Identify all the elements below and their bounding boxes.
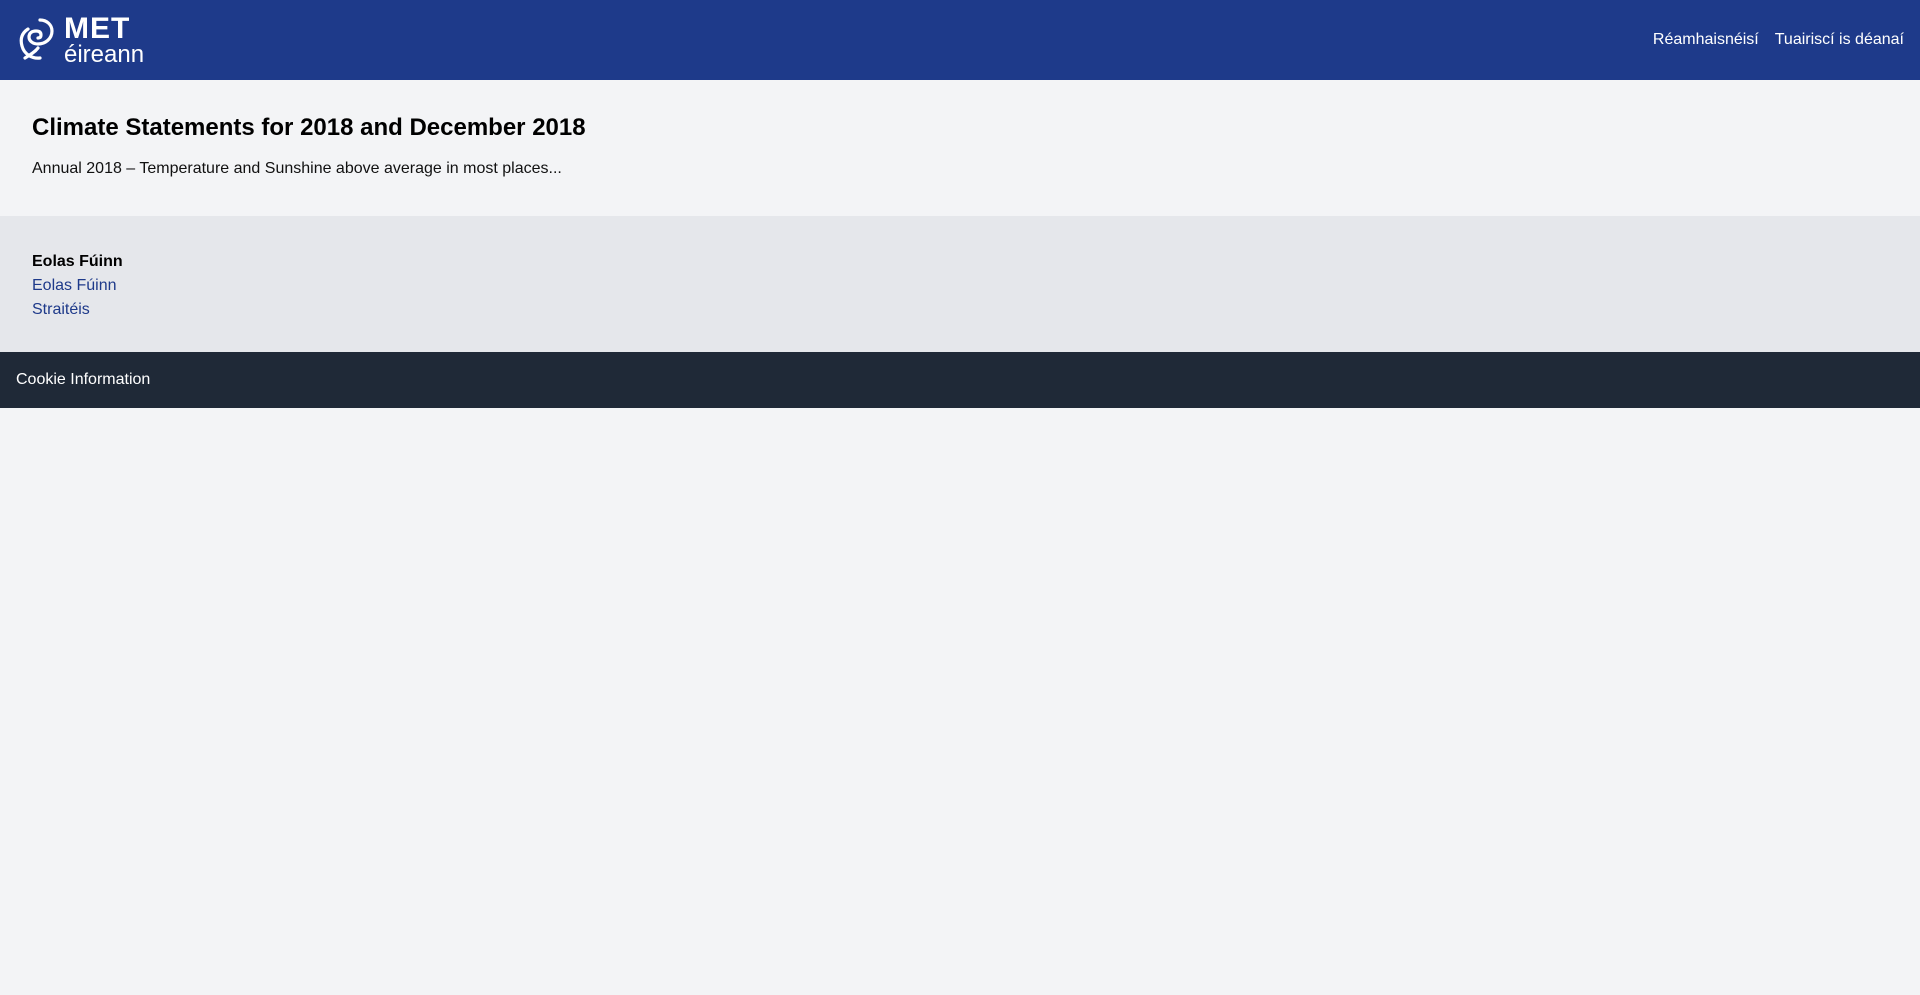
- logo-icon: [19, 18, 54, 60]
- nav-link-forecasts[interactable]: Réamhaisnéisí: [1653, 31, 1759, 49]
- page-subtitle: Annual 2018 – Temperature and Sunshine a…: [32, 160, 562, 177]
- met-eireann-logo[interactable]: MET éireann: [16, 11, 145, 68]
- logo-text: MET éireann: [64, 11, 145, 68]
- site-header: MET éireann Réamhaisnéisí Tuairiscí is d…: [0, 0, 1920, 80]
- logo-secondary-text: éireann: [64, 40, 145, 68]
- info-link-about-us[interactable]: Eolas Fúinn: [32, 274, 1888, 298]
- cookie-bar[interactable]: Cookie Information: [0, 352, 1920, 408]
- info-title: Eolas Fúinn: [32, 253, 123, 270]
- info-link-strategy[interactable]: Straitéis: [32, 298, 1888, 322]
- top-navigation: Réamhaisnéisí Tuairiscí is déanaí: [1653, 31, 1904, 49]
- logo-primary-text: MET: [64, 11, 131, 45]
- nav-link-latest-reports[interactable]: Tuairiscí is déanaí: [1775, 31, 1904, 49]
- cookie-information-label: Cookie Information: [16, 371, 151, 388]
- page-title: Climate Statements for 2018 and December…: [32, 114, 586, 141]
- info-section: Eolas Fúinn Eolas Fúinn Straitéis: [0, 216, 1920, 352]
- info-links: Eolas Fúinn Straitéis: [32, 274, 1888, 322]
- intro-section: Climate Statements for 2018 and December…: [0, 80, 1920, 216]
- empty-page-area: [0, 408, 1920, 995]
